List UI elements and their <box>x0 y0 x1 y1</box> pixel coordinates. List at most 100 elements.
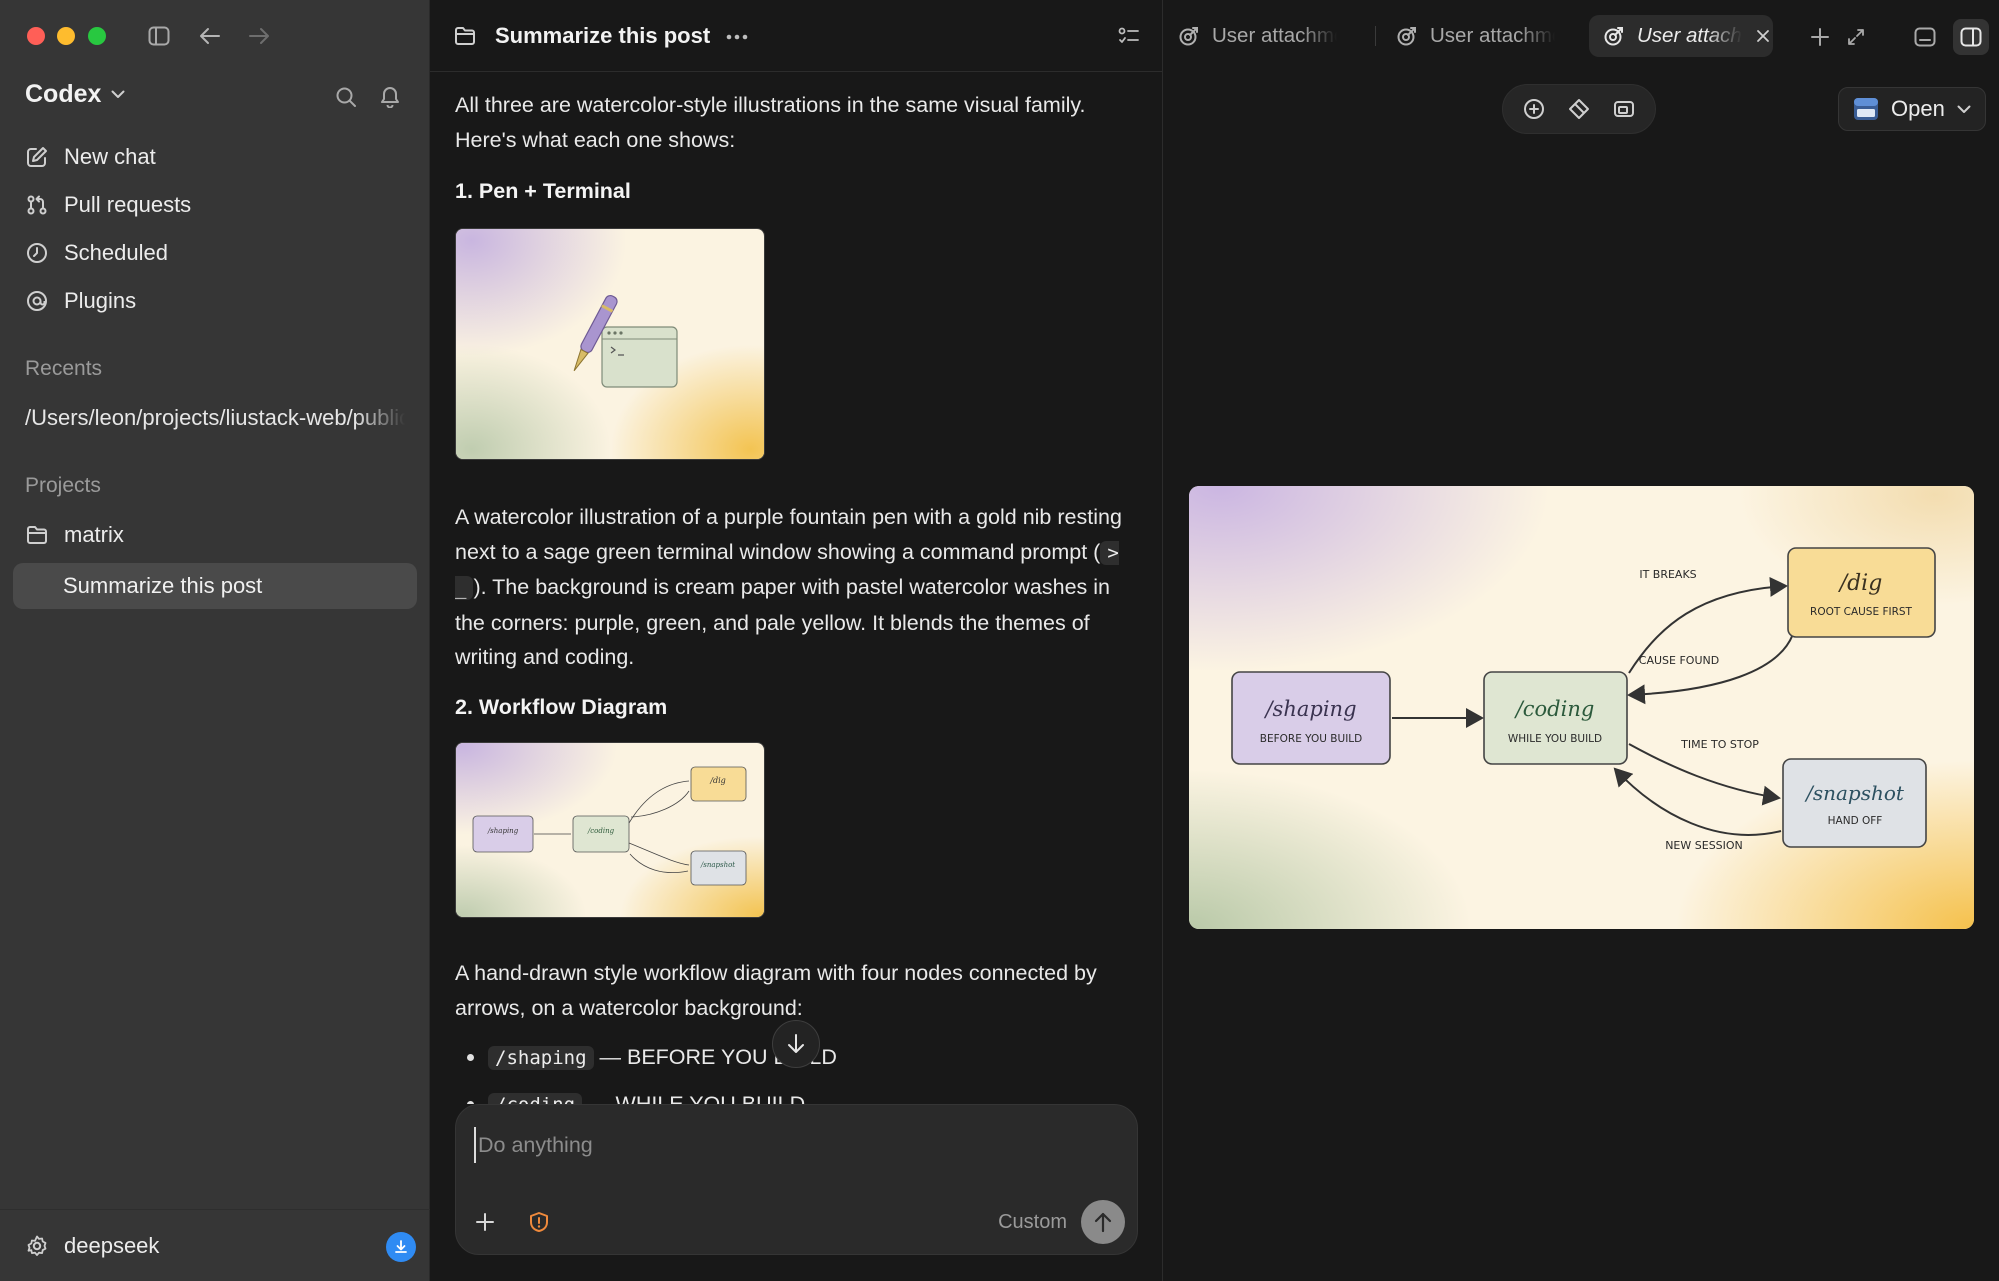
inline-code: /coding <box>488 1093 583 1104</box>
prompt-input[interactable] <box>474 1127 1114 1163</box>
chat-header: Summarize this post <box>430 0 1163 72</box>
edge-label: CAUSE FOUND <box>1639 654 1719 667</box>
edge-label: IT BREAKS <box>1639 568 1696 581</box>
sidebar-item-label: Scheduled <box>64 240 168 265</box>
download-icon <box>395 1240 407 1253</box>
tab-user-attachment-2[interactable]: User attachment <box>1382 15 1555 57</box>
close-window-button[interactable] <box>27 27 45 45</box>
arrow-right-icon <box>249 28 269 44</box>
expand-button[interactable] <box>1841 22 1871 52</box>
app-switcher[interactable]: Codex <box>25 80 125 109</box>
project-item-matrix[interactable]: matrix <box>14 513 416 557</box>
more-icon[interactable] <box>726 34 748 40</box>
search-button[interactable] <box>332 83 360 111</box>
add-attachment-button[interactable] <box>474 1211 496 1233</box>
close-icon[interactable] <box>1756 29 1770 43</box>
notifications-button[interactable] <box>376 83 404 111</box>
arrow-down-icon <box>788 1034 804 1053</box>
project-label: matrix <box>64 522 124 547</box>
page-title: Summarize this post <box>495 23 711 48</box>
tab-label: User attachment <box>1430 24 1555 48</box>
gear-icon[interactable] <box>26 1235 48 1257</box>
plus-icon <box>1811 28 1829 46</box>
node-subtitle: ROOT CAUSE FIRST <box>1810 606 1913 618</box>
toggle-right-panel-button[interactable] <box>1953 19 1989 55</box>
projects-label: Projects <box>25 474 101 497</box>
search-icon <box>336 87 356 107</box>
panel-bottom-icon <box>1914 27 1936 47</box>
tab-user-attachment-3[interactable]: User attachment <box>1589 15 1773 57</box>
message-intro: All three are watercolor-style illustrat… <box>455 93 1086 152</box>
attachment-tab-icon <box>1179 27 1198 46</box>
bullet-dot <box>467 1054 474 1062</box>
sidebar-item-pull-requests[interactable]: Pull requests <box>14 183 416 227</box>
comment-add-icon[interactable] <box>1522 97 1546 121</box>
crop-icon[interactable] <box>1612 97 1636 121</box>
sidebar-footer: deepseek <box>0 1209 430 1281</box>
folder-icon <box>27 526 47 544</box>
node-snapshot: /snapshot HAND OFF <box>1782 758 1927 848</box>
inline-code: /shaping <box>488 1046 594 1070</box>
toggle-bottom-panel-button[interactable] <box>1910 22 1940 52</box>
node-title: /shaping <box>1263 697 1356 721</box>
preview-pane: User attachment User attachment User att… <box>1164 0 1999 1281</box>
thread-item-active[interactable]: Summarize this post <box>13 563 417 609</box>
model-selector[interactable]: Custom <box>998 1211 1067 1234</box>
chevron-down-icon <box>1957 105 1971 113</box>
open-label: Open <box>1891 96 1945 121</box>
preview-toolbar <box>1502 84 1656 134</box>
account-label[interactable]: deepseek <box>64 1233 159 1259</box>
description-text: ). The background is cream paper with pa… <box>455 575 1111 669</box>
chevron-down-icon <box>111 90 125 98</box>
attachment-tab-icon <box>1604 27 1623 46</box>
back-button[interactable] <box>196 22 224 50</box>
open-in-app-button[interactable]: Open <box>1838 87 1986 131</box>
sidebar-item-plugins[interactable]: Plugins <box>14 279 416 323</box>
permissions-button[interactable] <box>528 1211 550 1233</box>
node-subtitle: BEFORE YOU BUILD <box>1260 733 1362 745</box>
eraser-icon[interactable] <box>1567 97 1591 121</box>
composer: Custom <box>455 1104 1138 1255</box>
git-pull-request-icon <box>27 195 47 215</box>
new-tab-button[interactable] <box>1805 22 1835 52</box>
recent-item[interactable]: /Users/leon/projects/liustack-web/public <box>25 405 405 431</box>
list-item: /coding — WHILE YOU BUILD <box>467 1087 1127 1104</box>
section-heading: 2. Workflow Diagram <box>455 695 668 719</box>
svg-text:/shaping: /shaping <box>487 827 519 835</box>
clock-icon <box>27 243 47 263</box>
section-description: A hand-drawn style workflow diagram with… <box>455 961 1097 1020</box>
edge-label: TIME TO STOP <box>1680 738 1759 751</box>
toggle-sidebar-button[interactable] <box>145 22 173 50</box>
thread-label: Summarize this post <box>63 573 263 598</box>
tab-label: User attachment <box>1637 24 1742 48</box>
minimize-window-button[interactable] <box>57 27 75 45</box>
send-button[interactable] <box>1081 1200 1125 1244</box>
sidebar: Codex New chat Pull requests Scheduled P… <box>0 0 430 1281</box>
image-thumbnail-pen-terminal[interactable] <box>455 228 765 460</box>
section-heading: 1. Pen + Terminal <box>455 179 631 203</box>
forward-button[interactable] <box>245 22 273 50</box>
app-window-icon <box>1854 98 1878 120</box>
sidebar-item-label: Plugins <box>64 288 137 313</box>
scroll-to-bottom-button[interactable] <box>772 1020 820 1068</box>
attachment-tab-icon <box>1397 27 1416 46</box>
bell-icon <box>381 87 399 108</box>
svg-text:/snapshot: /snapshot <box>700 861 735 869</box>
arrow-up-icon <box>1094 1212 1112 1233</box>
sidebar-item-label: Pull requests <box>64 192 192 217</box>
workflow-diagram-image: IT BREAKS CAUSE FOUND TIME TO STOP NEW S… <box>1189 486 1974 929</box>
task-list-icon[interactable] <box>1118 26 1140 46</box>
edge-label: NEW SESSION <box>1665 839 1743 852</box>
list-item-text: — WHILE YOU BUILD <box>588 1092 806 1104</box>
update-button[interactable] <box>386 1232 416 1262</box>
section-description: A watercolor illustration of a purple fo… <box>455 500 1145 675</box>
node-coding: /coding WHILE YOU BUILD <box>1483 671 1628 765</box>
sidebar-item-scheduled[interactable]: Scheduled <box>14 231 416 275</box>
chat-pane: Summarize this post All three are waterc… <box>430 0 1163 1281</box>
node-dig: /dig ROOT CAUSE FIRST <box>1787 547 1936 638</box>
zoom-window-button[interactable] <box>88 27 106 45</box>
sidebar-item-new-chat[interactable]: New chat <box>14 135 416 179</box>
tab-label: User attachment <box>1212 24 1337 48</box>
image-thumbnail-workflow[interactable]: /shaping /coding /dig /snapshot <box>455 742 765 918</box>
tab-user-attachment-1[interactable]: User attachment <box>1164 15 1337 57</box>
